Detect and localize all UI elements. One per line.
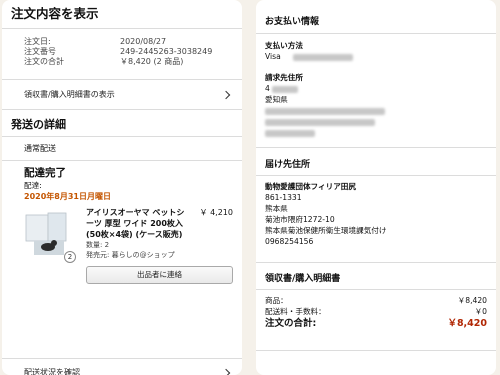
payment-method-value: Visa [265,52,281,61]
order-total-row: 注文の合計 ￥8,420 (2 商品) [24,57,233,67]
delivery-date: 2020年8月31日月曜日 [24,192,111,201]
track-package-link[interactable]: 配送状況を確認 [2,359,242,375]
contact-seller-button[interactable]: 出品者に連絡 [86,266,233,284]
receipt-items-value: ￥8,420 [457,296,487,305]
receipt-total-row: 注文の合計: ￥8,420 [265,317,487,330]
billing-phone-redacted [265,129,315,137]
recipient-phone: 0968254156 [265,237,314,246]
item-seller: 発売元: 暮らしの@ショップ [86,251,175,259]
receipt-total-label: 注文の合計: [265,318,317,329]
item-quantity: 数量: 2 [86,241,110,249]
recipient-office: 熊本県菊池保健所衛生環境課気付け [265,226,387,235]
receipt-shipping-label: 配送料・手数料： [265,307,326,316]
shipping-title: 発送の詳細 [11,118,66,131]
item-name[interactable]: アイリスオーヤマ ペットシーツ 厚型 ワイド 200枚入(50枚×4袋) (ケー… [86,207,192,240]
order-date-label: 注文日: [24,37,51,46]
billing-prefecture: 愛知県 [265,95,288,104]
order-total-label: 注文の合計 [24,57,64,66]
receipt-link[interactable]: 領収書/購入明細書の表示 [2,80,242,110]
shipping-card: 通常配送 配達完了 配達: 2020年8月31日月曜日 2 アイリスオーヤマ ペ… [2,136,242,359]
track-link-label: 配送状況を確認 [24,368,80,375]
order-number-value: 249-2445263-3038249 [120,47,213,56]
receipt-shipping-row: 配送料・手数料： ￥0 [265,306,487,317]
product-image[interactable]: 2 [24,207,80,263]
payment-title: お支払い情報 [265,17,320,27]
order-summary-card: 注文日: 2020/08/27 注文番号 249-2445263-3038249… [2,28,242,80]
chevron-right-icon [221,368,231,375]
order-title: 注文内容を表示 [11,6,99,21]
billing-postal-prefix: 4 [265,84,270,93]
billing-address-redacted-2 [265,118,375,126]
order-number-row: 注文番号 249-2445263-3038249 [24,47,233,57]
billing-line1: 4 [265,83,487,94]
order-number-label: 注文番号 [24,47,56,56]
billing-address-redacted [265,107,385,115]
billing-title: 請求先住所 [265,73,303,82]
receipt-total-value: ￥8,420 [447,318,487,329]
shipping-method: 通常配送 [2,137,242,161]
delivery-address-title: 届け先住所 [265,160,311,170]
quantity-badge: 2 [64,251,76,263]
receipt-items-row: 商品： ￥8,420 [265,295,487,306]
recipient-city: 菊池市隈府1272-10 [265,215,335,224]
chevron-right-icon [221,90,231,99]
billing-postal-redacted [272,85,299,93]
receipt-title: 領収書/購入明細書 [265,274,341,284]
delivery-label: 配達: [24,181,42,190]
payment-method-row: Visa [265,51,487,62]
recipient-postal: 861-1331 [265,193,302,202]
recipient-prefecture: 熊本県 [265,204,288,213]
payment-method-title: 支払い方法 [265,41,303,50]
delivery-status: 配達完了 [24,167,66,179]
order-item: 2 アイリスオーヤマ ペットシーツ 厚型 ワイド 200枚入(50枚×4袋) (… [24,207,233,284]
receipt-items-label: 商品： [265,296,288,305]
recipient-name: 動物愛護団体フィリア田尻 [265,182,356,191]
order-date-row: 注文日: 2020/08/27 [24,37,233,47]
delivery-address-card: 動物愛護団体フィリア田尻 861-1331 熊本県 菊池市隈府1272-10 熊… [256,175,496,263]
receipt-link-label: 領収書/購入明細書の表示 [24,90,115,99]
order-total-value: ￥8,420 (2 商品) [120,57,184,66]
order-date-value: 2020/08/27 [120,37,167,46]
order-details-panel: 注文内容を表示 注文日: 2020/08/27 注文番号 249-2445263… [2,0,242,375]
card-number-redacted [293,53,354,61]
receipt-shipping-value: ￥0 [474,307,487,316]
receipt-card: 商品： ￥8,420 配送料・手数料： ￥0 注文の合計: ￥8,420 [256,289,496,351]
payment-panel: お支払い情報 支払い方法 Visa 請求先住所 4 愛知県 届け先住所 動物愛護… [256,0,496,375]
payment-card: 支払い方法 Visa 請求先住所 4 愛知県 [256,33,496,148]
item-price: ￥ 4,210 [199,208,233,217]
